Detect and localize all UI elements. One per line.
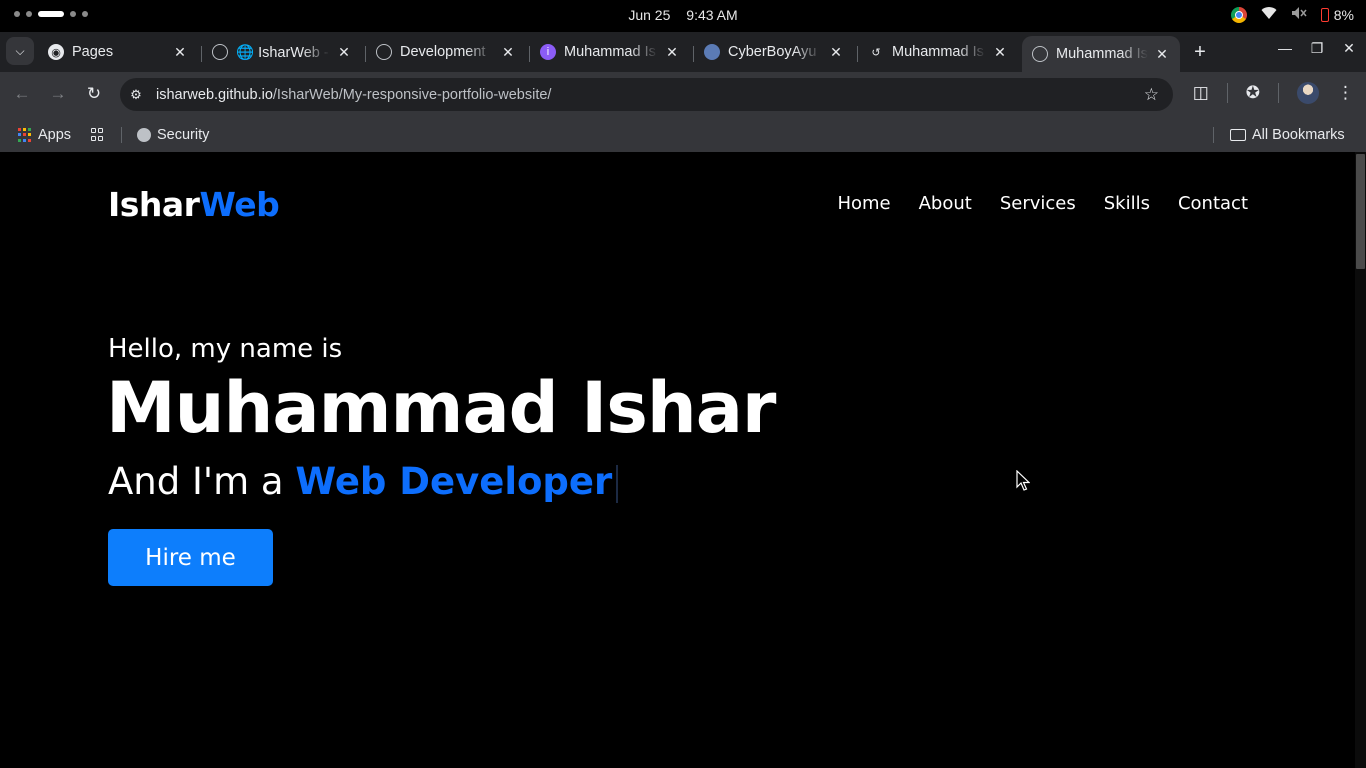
nav-link-about[interactable]: About (919, 193, 972, 214)
hero-role-line: And I'm a Web Developer (108, 460, 619, 503)
chrome-icon[interactable] (1230, 6, 1247, 23)
toolbar-divider (1278, 83, 1279, 103)
tab-title: 🌐 IsharWeb - f (236, 44, 330, 61)
tab[interactable]: i Muhammad Is ✕ (530, 36, 690, 68)
os-top-bar: Jun 25 9:43 AM 8% (0, 0, 1366, 32)
scrollbar-thumb[interactable] (1356, 154, 1365, 269)
bookmark-security[interactable]: Security (137, 123, 209, 147)
nav-link-home[interactable]: Home (837, 193, 890, 214)
battery-indicator: 8% (1320, 6, 1354, 23)
tab-title: Muhammad Is (892, 44, 984, 60)
bookmark-label: Apps (38, 127, 72, 143)
site-navigation: Home About Services Skills Contact (837, 193, 1248, 214)
site-logo[interactable]: IsharWeb (108, 185, 280, 224)
clock[interactable]: Jun 25 9:43 AM (0, 7, 1366, 23)
close-icon[interactable]: ✕ (336, 44, 352, 61)
close-icon[interactable]: ✕ (172, 44, 188, 61)
bookmark-label: Security (157, 127, 210, 143)
tab-groups-icon (91, 128, 105, 142)
bookmark-apps[interactable]: Apps (18, 123, 71, 147)
hero-greeting: Hello, my name is (108, 334, 343, 364)
bookmarks-manager-icon[interactable]: ✪ (1246, 83, 1260, 103)
tab-search-button[interactable]: ⌵ (6, 37, 34, 65)
role-typed-text: Web Developer (295, 460, 613, 503)
browser-toolbar: ← → ↻ ⚙ isharweb.github.io/IsharWeb/My-r… (0, 72, 1366, 117)
bookmark-tab-groups[interactable] (91, 123, 105, 147)
typing-caret (616, 464, 619, 503)
folder-icon (1230, 129, 1246, 141)
close-window-icon[interactable]: ✕ (1342, 40, 1356, 57)
extensions-icon[interactable]: ◫ (1193, 83, 1209, 103)
close-icon[interactable]: ✕ (664, 44, 680, 61)
apps-icon (18, 128, 32, 142)
tab[interactable]: CyberBoyAyu ✕ (694, 36, 854, 68)
profile-avatar[interactable] (1297, 82, 1319, 104)
close-icon[interactable]: ✕ (992, 44, 1008, 61)
logo-main: Ishar (108, 185, 200, 224)
battery-percent: 8% (1333, 6, 1354, 23)
bookmark-divider (1213, 127, 1214, 143)
logo-accent: Web (199, 185, 280, 224)
tab-title: Pages (72, 44, 114, 60)
tab-active[interactable]: Muhammad Is ✕ (1022, 36, 1180, 72)
role-prefix: And I'm a (108, 460, 296, 503)
battery-low-icon (1320, 7, 1329, 22)
globe-icon (1032, 46, 1048, 62)
avatar-icon (704, 44, 720, 60)
url-domain: isharweb.github.io (156, 86, 273, 103)
wifi-icon (1261, 6, 1277, 23)
forward-button[interactable]: → (48, 84, 68, 104)
menu-kebab-icon[interactable]: ⋮ (1337, 83, 1354, 103)
maximize-icon[interactable]: ❐ (1310, 40, 1324, 57)
swirl-icon: ↺ (871, 46, 881, 59)
bookmarks-bar: Apps Security All Bookmarks (0, 117, 1366, 152)
minimize-icon[interactable]: — (1278, 40, 1292, 57)
address-bar[interactable]: ⚙ isharweb.github.io/IsharWeb/My-respons… (120, 78, 1173, 111)
volume-muted-icon (1291, 6, 1307, 23)
close-icon[interactable]: ✕ (1154, 46, 1170, 63)
new-tab-button[interactable]: + (1190, 40, 1210, 64)
toolbar-actions: ◫ ✪ ⋮ (1193, 82, 1354, 104)
nav-link-skills[interactable]: Skills (1104, 193, 1150, 214)
tab-title: CyberBoyAyu (728, 44, 817, 60)
system-tray[interactable]: 8% (1230, 6, 1354, 23)
toolbar-divider (1226, 83, 1228, 103)
tab-title: Muhammad Is (564, 44, 656, 60)
nav-link-contact[interactable]: Contact (1178, 193, 1248, 214)
reload-button[interactable]: ↻ (84, 84, 104, 104)
back-button[interactable]: ← (12, 84, 32, 104)
mouse-pointer-icon (1016, 470, 1030, 491)
window-controls: — ❐ ✕ (1278, 40, 1356, 57)
tab-title: Development (400, 44, 486, 60)
page-scrollbar[interactable] (1355, 152, 1366, 768)
github-icon: ◉ (48, 44, 64, 60)
hero-name: Muhammad Ishar (106, 367, 776, 449)
globe-icon (137, 128, 151, 142)
chevron-down-icon: ⌵ (15, 43, 25, 58)
hire-me-button[interactable]: Hire me (108, 529, 273, 586)
clock-time: 9:43 AM (686, 7, 738, 23)
clock-date: Jun 25 (628, 7, 671, 23)
tab[interactable]: ↺ Muhammad Is ✕ (858, 36, 1018, 68)
bookmark-divider (121, 127, 122, 143)
tab-strip: ⌵ ◉ Pages ✕ 🌐 IsharWeb - f ✕ Development… (0, 32, 1366, 72)
nav-link-services[interactable]: Services (1000, 193, 1076, 214)
tab-title: Muhammad Is (1056, 46, 1148, 62)
bookmark-label: All Bookmarks (1252, 127, 1345, 143)
url-text[interactable]: isharweb.github.io/IsharWeb/My-responsiv… (156, 87, 1144, 103)
tab[interactable]: Development ✕ (366, 36, 526, 68)
site-info-icon[interactable]: ⚙ (128, 87, 144, 103)
close-icon[interactable]: ✕ (500, 44, 516, 61)
globe-icon (212, 44, 228, 60)
purple-logo-icon: i (540, 44, 556, 60)
globe-icon (376, 44, 392, 60)
page-viewport: IsharWeb Home About Services Skills Cont… (0, 152, 1366, 768)
close-icon[interactable]: ✕ (828, 44, 844, 61)
all-bookmarks-button[interactable]: All Bookmarks (1230, 123, 1345, 147)
bookmark-star-icon[interactable]: ☆ (1144, 85, 1159, 105)
tab[interactable]: 🌐 IsharWeb - f ✕ (202, 36, 362, 68)
url-path: /IsharWeb/My-responsive-portfolio-websit… (272, 86, 552, 103)
tab[interactable]: ◉ Pages ✕ (38, 36, 198, 68)
